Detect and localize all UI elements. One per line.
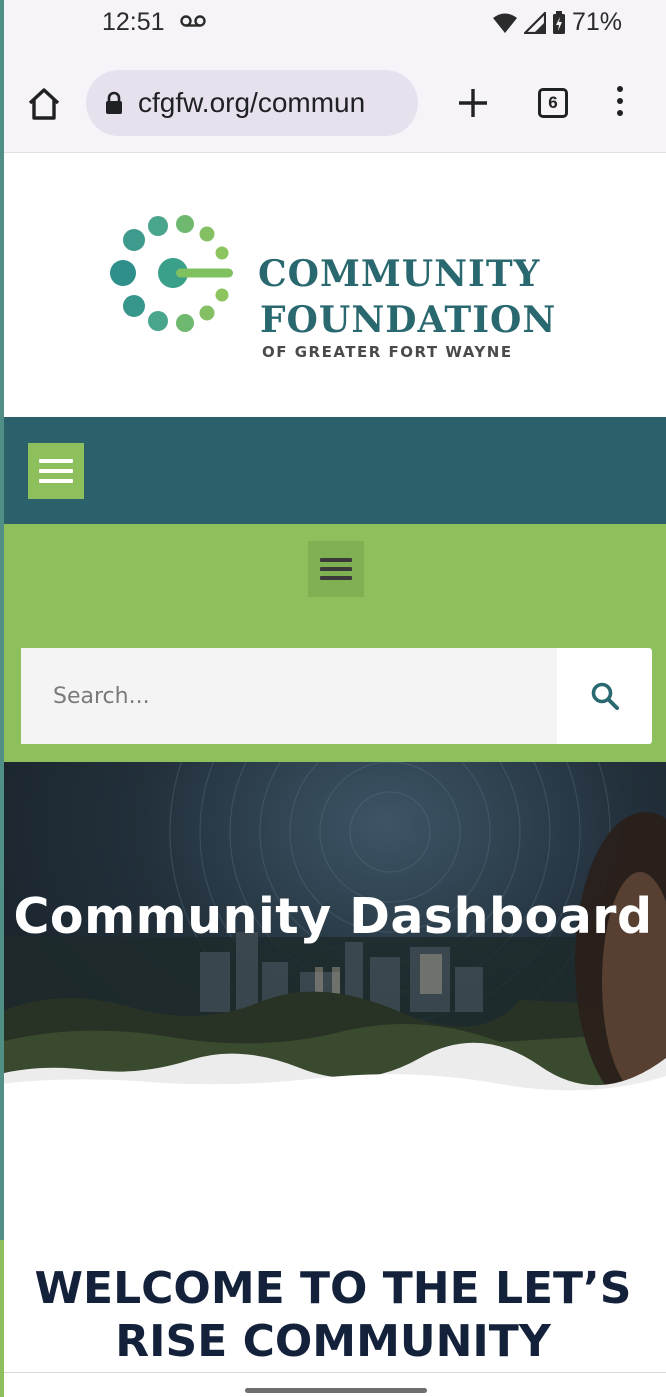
hero-banner: Community Dashboard (0, 762, 666, 1102)
home-icon[interactable] (24, 84, 64, 124)
logo-text-community: COMMUNITY (258, 253, 541, 295)
search-button[interactable] (557, 648, 652, 744)
more-vert-icon[interactable] (612, 86, 628, 122)
bottom-divider (0, 1372, 666, 1373)
browser-toolbar: cfgfw.org/commun 6 (0, 48, 666, 153)
logo-text-subtitle: OF GREATER FORT WAYNE (262, 343, 513, 361)
search-form (21, 648, 652, 744)
battery-percent: 71% (571, 8, 622, 36)
welcome-heading-line1: WELCOME TO THE LET’S (34, 1263, 632, 1314)
welcome-heading: WELCOME TO THE LET’S RISE COMMUNITY (0, 1262, 666, 1368)
status-bar: 12:51 71% (0, 0, 666, 48)
signal-icon (523, 11, 546, 34)
left-edge-strip (0, 0, 4, 1397)
secondary-menu-button[interactable] (308, 541, 364, 597)
search-input[interactable] (21, 648, 557, 744)
site-header-logo[interactable]: COMMUNITY FOUNDATION OF GREATER FORT WAY… (0, 153, 666, 417)
status-time: 12:51 (102, 8, 165, 36)
voicemail-icon (180, 15, 206, 27)
community-foundation-logo-mark (110, 215, 233, 332)
url-bar[interactable]: cfgfw.org/commun (86, 70, 418, 136)
tabs-icon[interactable]: 6 (538, 88, 568, 118)
hero-title: Community Dashboard (13, 888, 653, 945)
status-icons: 71% (492, 8, 622, 37)
plus-icon[interactable] (454, 84, 492, 122)
search-icon (591, 682, 619, 710)
main-menu-button[interactable] (28, 443, 84, 499)
welcome-heading-line2: RISE COMMUNITY (115, 1316, 551, 1367)
lock-icon (106, 91, 122, 114)
secondary-nav-bar (0, 524, 666, 762)
url-text: cfgfw.org/commun (138, 87, 366, 118)
gesture-nav-handle[interactable] (245, 1388, 427, 1393)
primary-nav-bar (0, 417, 666, 524)
battery-icon (552, 10, 565, 34)
logo-text-foundation: FOUNDATION (260, 299, 557, 341)
wifi-icon (492, 13, 517, 33)
